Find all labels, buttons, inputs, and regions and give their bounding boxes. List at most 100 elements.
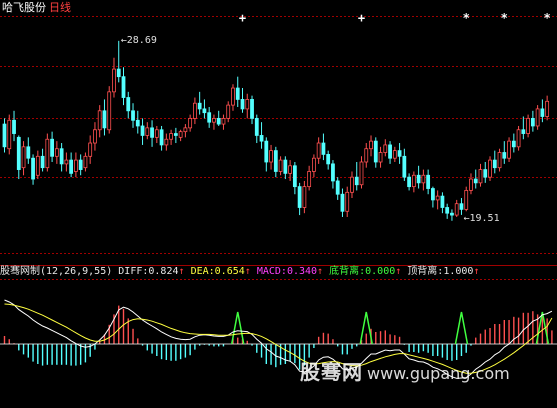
candle-body xyxy=(169,133,174,140)
candle-body xyxy=(426,174,431,189)
stock-name: 哈飞股份 xyxy=(2,1,46,14)
candle-body xyxy=(269,150,273,163)
candle-body xyxy=(288,165,293,174)
candle-body xyxy=(411,174,416,188)
candle-body xyxy=(497,152,502,169)
candle-body xyxy=(331,163,335,182)
top-divergence-up-arrow-icon: ↑ xyxy=(473,266,480,277)
candle-body xyxy=(188,117,193,129)
signal-marker: + xyxy=(239,11,246,25)
candle-body xyxy=(369,140,373,150)
candle-body xyxy=(392,150,397,159)
candle-body xyxy=(126,97,131,112)
candle-body xyxy=(121,76,126,98)
top-divergence-label: 顶背离: xyxy=(407,266,444,277)
candle-body xyxy=(226,104,231,119)
signal-marker: + xyxy=(358,11,365,25)
candle-body xyxy=(21,146,26,169)
macd-up-arrow-icon: ↑ xyxy=(317,266,324,277)
candle-body xyxy=(507,140,511,159)
candle-body xyxy=(135,119,140,127)
candle-body xyxy=(259,135,264,142)
min-price-annotation: ←19.51 xyxy=(463,213,499,224)
candle-body xyxy=(112,68,116,93)
candle-body xyxy=(283,159,288,174)
candle-body xyxy=(250,99,254,119)
bottom-divergence-label: 底背离: xyxy=(329,266,366,277)
candle-body xyxy=(297,186,302,208)
candle-body xyxy=(535,108,540,127)
stock-chart-window: + + * * * 哈飞股份 日线 股骞网制(12,26,9,55) DIFF:0.824… xyxy=(0,0,557,408)
candle-body xyxy=(278,159,283,172)
candle-body xyxy=(50,138,54,157)
candle-body xyxy=(273,150,278,172)
top-divergence-value: 1.000 xyxy=(443,266,474,277)
candle-body xyxy=(12,119,16,134)
candle-body xyxy=(197,102,202,110)
candle-body xyxy=(107,91,112,131)
candle-body xyxy=(88,142,93,157)
period-label[interactable]: 日线 xyxy=(49,1,71,14)
candle-body xyxy=(93,129,97,144)
divergence-spike xyxy=(454,311,469,345)
candle-body xyxy=(102,110,107,129)
candle-body xyxy=(430,188,435,201)
indicator-params: (12,26,9,55) xyxy=(40,266,113,277)
macd-label: MACD: xyxy=(256,266,287,277)
candle-body xyxy=(150,127,154,138)
dea-label: DEA: xyxy=(190,266,215,277)
candle-body xyxy=(521,129,526,134)
watermark: 股骞网 www.gupang.com xyxy=(300,356,510,385)
candle-body xyxy=(450,212,454,216)
indicator-name[interactable]: 股骞网制 xyxy=(0,266,40,277)
candle-body xyxy=(173,133,178,136)
candle-body xyxy=(69,159,74,174)
candle-body xyxy=(383,144,388,153)
chart-title: 哈飞股份 日线 xyxy=(2,2,71,14)
candle-body xyxy=(26,146,31,159)
candle-body xyxy=(64,159,69,165)
indicator-header: 股骞网制(12,26,9,55) DIFF:0.824↑ DEA:0.654↑ … xyxy=(0,266,479,278)
candle-body xyxy=(373,140,378,163)
candle-body xyxy=(35,155,40,176)
watermark-cn: 股骞网 xyxy=(300,360,363,384)
candle-body xyxy=(473,178,478,184)
candle-body xyxy=(335,180,340,195)
candle-body xyxy=(74,159,78,172)
candle-body xyxy=(145,127,150,136)
dea-up-arrow-icon: ↑ xyxy=(244,266,251,277)
candle-body xyxy=(488,159,492,178)
signal-marker: * xyxy=(544,11,551,25)
candle-body xyxy=(321,142,326,155)
candle-body xyxy=(16,136,21,170)
candle-body xyxy=(464,190,469,210)
candle-body xyxy=(54,148,59,157)
candle-body xyxy=(59,148,64,165)
candle-body xyxy=(469,178,473,191)
candle-body xyxy=(83,155,88,169)
candle-body xyxy=(416,174,421,184)
candle-body xyxy=(340,193,345,212)
candle-body xyxy=(116,68,121,78)
max-price-annotation: ←28.69 xyxy=(121,35,157,46)
candle-body xyxy=(183,127,188,133)
candle-body xyxy=(397,150,402,157)
candle-body xyxy=(540,108,545,117)
candle-body xyxy=(164,138,169,146)
bottom-divergence-up-arrow-icon: ↑ xyxy=(395,266,402,277)
macd-value: 0.340 xyxy=(286,266,318,277)
candle-body xyxy=(192,102,197,119)
candle-body xyxy=(78,159,83,170)
candle-body xyxy=(140,125,145,136)
bottom-divergence-value: 0.000 xyxy=(365,266,396,277)
candle-body xyxy=(45,138,50,169)
diff-value: 0.824 xyxy=(148,266,179,277)
candle-body xyxy=(483,169,488,178)
watermark-url: www.gupang.com xyxy=(367,364,510,383)
candle-body xyxy=(178,131,183,138)
candle-body xyxy=(388,144,392,159)
candle-body xyxy=(292,165,297,188)
candle-body xyxy=(359,161,364,186)
candle-body xyxy=(31,157,35,180)
candle-body xyxy=(221,117,226,125)
